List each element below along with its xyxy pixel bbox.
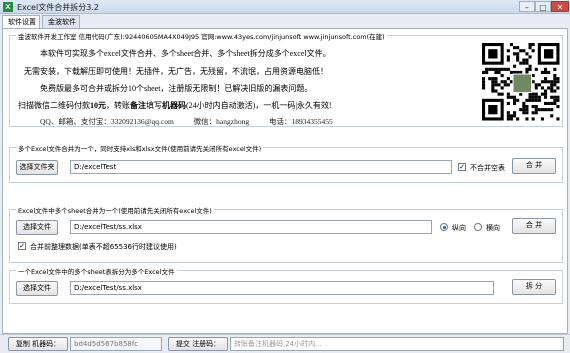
close-button[interactable]: ✕ <box>551 1 569 12</box>
merge-sheets-button[interactable]: 合 并 <box>512 218 556 234</box>
merge-files-group: 多个Excel文件合并为一个，同时支持xls和xlsx文件(使用前请先关闭所有e… <box>9 143 563 183</box>
payment-mid2: 填写 <box>146 101 162 110</box>
machine-code-field[interactable]: bd4d5d567b858fc <box>70 337 162 351</box>
payment-mid: ，转账 <box>106 101 130 110</box>
organize-data-label: 合并前整理数据(单表不超65536行时建议使用) <box>30 243 177 251</box>
payment-note: 备注 <box>130 101 146 110</box>
excel-app-icon: X <box>3 2 13 12</box>
phone-contact: 电话：18934355455 <box>268 117 333 126</box>
split-sheets-title: 一个Excel文件中的多个sheet表拆分为多个Excel文件 <box>16 266 177 276</box>
horizontal-label: 横向 <box>486 224 500 232</box>
skip-empty-checkbox[interactable]: ✓ <box>458 163 466 171</box>
minimize-button[interactable]: – <box>519 1 535 12</box>
select-split-file-button[interactable]: 选择文件 <box>16 281 58 296</box>
horizontal-radio[interactable] <box>474 223 482 231</box>
qr-center-photo <box>512 73 533 94</box>
feature-line: 无需安装，下载解压即可使用！无插件，无广告，无残留，不流氓，占用资源电脑低！ <box>24 67 328 76</box>
status-bar: 复制 机器码： bd4d5d567b858fc 提交 注册码： 转账备注机器码,… <box>0 334 570 353</box>
tab-settings[interactable]: 软件设置 <box>2 15 40 29</box>
payment-line: 扫描微信二维码付款10元，转账备注填写机器码(24小时内自动激活)，一机一码|永… <box>18 100 332 111</box>
contact-line: QQ、邮箱、支付宝：332092136@qq.com 微信：hangzhong … <box>40 116 351 127</box>
wechat-contact: 微信：hangzhong <box>193 117 250 126</box>
wechat-qr-code <box>480 40 562 124</box>
select-file-button[interactable]: 选择文件 <box>16 220 58 235</box>
qq-contact: QQ、邮箱、支付宝：332092136@qq.com <box>40 117 174 126</box>
payment-post: (24小时内自动激活)，一机一码|永久有效! <box>186 101 332 110</box>
organize-data-checkbox[interactable]: ✓ <box>18 242 26 250</box>
payment-pre: 扫描微信二维码付款 <box>18 101 90 110</box>
window-title: Excel文件合并拆分3.2 <box>17 3 99 12</box>
merge-files-title: 多个Excel文件合并为一个，同时支持xls和xlsx文件(使用前请先关闭所有e… <box>16 143 264 153</box>
tab-jinbo-software[interactable]: 金波软件 <box>42 15 80 28</box>
copy-machine-code-button[interactable]: 复制 机器码： <box>8 337 68 351</box>
intro-line: 本软件可实现多个excel文件合并、多个sheet合并、多个sheet拆分成多个… <box>40 49 331 58</box>
split-button[interactable]: 拆 分 <box>512 279 556 295</box>
info-group-title: 金波软件开发工作室 信用代码(广东):92440605MA4X049J95 官网… <box>16 31 387 41</box>
merge-sheets-title: Excel文件中多个sheet合并为一个(使用前请先关闭所有excel文件) <box>16 205 214 215</box>
merge-folder-path-field[interactable]: D:/excelTest <box>70 160 452 174</box>
submit-register-code-button[interactable]: 提交 注册码： <box>168 337 228 351</box>
register-code-field[interactable]: 转账备注机器码,24小时内... <box>230 337 564 351</box>
split-sheets-group: 一个Excel文件中的多个sheet表拆分为多个Excel文件 选择文件 D:/… <box>9 266 563 304</box>
settings-panel: 金波软件开发工作室 信用代码(广东):92440605MA4X049J95 官网… <box>2 28 568 334</box>
vertical-radio[interactable] <box>440 223 448 231</box>
vertical-label: 纵向 <box>452 224 466 232</box>
payment-code: 机器码 <box>162 101 186 110</box>
merge-sheets-path-field[interactable]: D:/excelTest/ss.xlsx <box>70 220 432 234</box>
merge-files-button[interactable]: 合 并 <box>512 158 556 174</box>
maximize-button[interactable]: □ <box>535 1 551 12</box>
split-path-field[interactable]: D:/excelTest/ss.xlsx <box>70 281 494 295</box>
select-folder-button[interactable]: 选择文件夹 <box>16 160 58 175</box>
merge-sheets-group: Excel文件中多个sheet合并为一个(使用前请先关闭所有excel文件) 选… <box>9 205 563 263</box>
info-group: 金波软件开发工作室 信用代码(广东):92440605MA4X049J95 官网… <box>9 31 563 127</box>
license-line: 免费版最多可合并或拆分10个sheet，注册版无限制！已解决旧版的漏表问题。 <box>40 84 313 93</box>
title-bar: X Excel文件合并拆分3.2 – □ ✕ <box>0 0 570 14</box>
skip-empty-label: 不合并空表 <box>470 164 505 172</box>
payment-amount: 10元 <box>90 101 106 110</box>
